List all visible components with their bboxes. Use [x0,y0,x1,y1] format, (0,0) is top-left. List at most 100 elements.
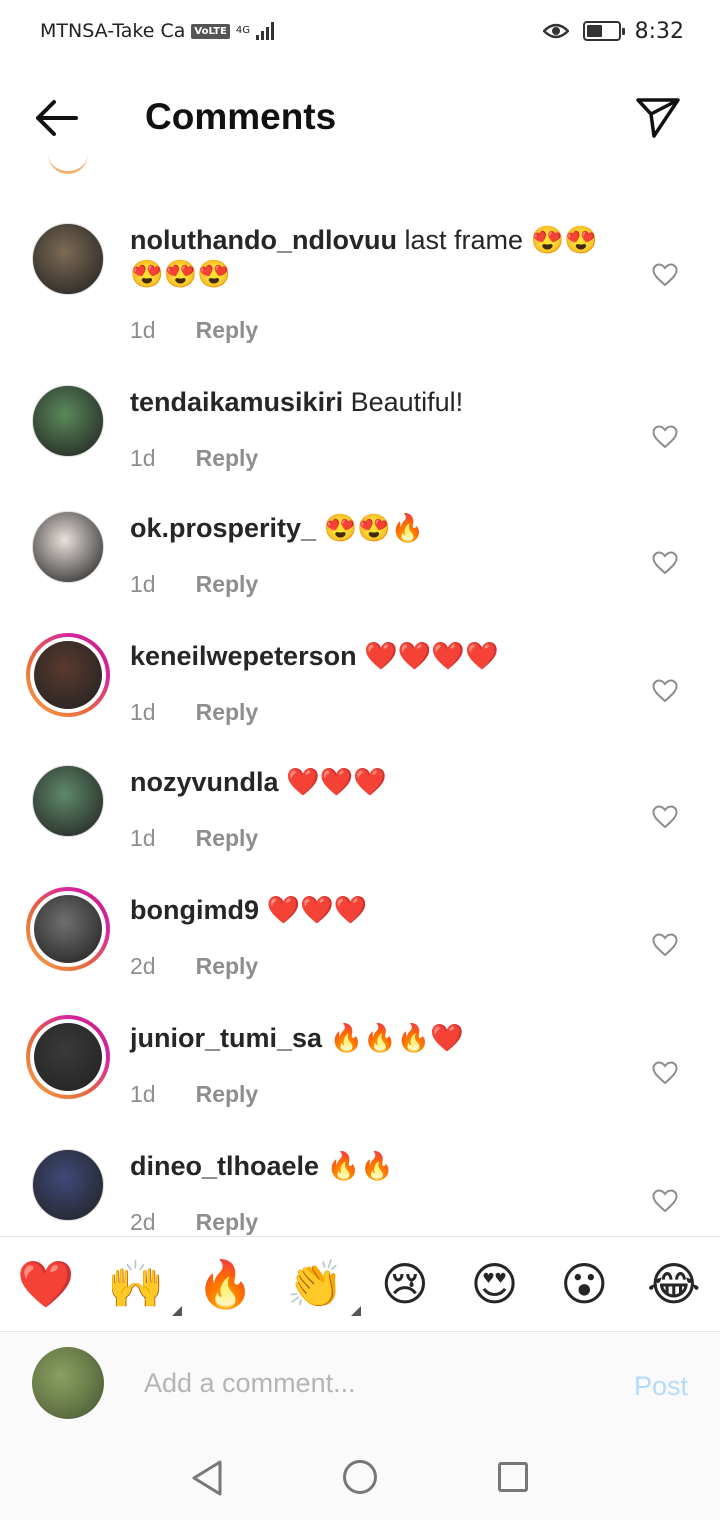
comment-input[interactable] [144,1363,584,1403]
signal-icon [255,22,274,40]
avatar [34,1023,102,1091]
comment-username[interactable]: dineo_tlhoaele [130,1151,319,1181]
battery-level [586,25,602,37]
comment-meta: 2d Reply [130,1209,258,1235]
reply-button[interactable]: Reply [196,699,259,726]
nav-recents-icon[interactable] [498,1462,528,1492]
comment-avatar[interactable] [24,503,112,591]
reply-button[interactable]: Reply [196,317,259,344]
emoji-reaction[interactable]: ❤️ [16,1256,76,1312]
comment-item: dineo_tlhoaele 🔥🔥 2d Reply [0,1141,720,1235]
reply-button[interactable]: Reply [196,1081,259,1108]
comment-username[interactable]: bongimd9 [130,895,259,925]
system-nav-bar [0,1433,720,1520]
comment-meta: 1d Reply [130,699,258,726]
like-heart-icon[interactable] [652,805,678,829]
comment-composer: Post [0,1333,720,1433]
comment-meta: 1d Reply [130,317,258,344]
story-ring [26,887,110,971]
comment-age: 1d [130,445,156,471]
comment-body: ❤️❤️❤️ [278,767,387,797]
reply-button[interactable]: Reply [196,1209,259,1235]
status-bar: MTNSA-Take Ca VoLTE 4G 8:32 [0,0,720,62]
emoji-reaction[interactable]: 😍 [465,1256,525,1312]
volte-badge: VoLTE [191,23,230,39]
comment-text: noluthando_ndlovuu last frame 😍😍😍😍😍 [130,223,610,291]
like-heart-icon[interactable] [652,679,678,703]
comment-username[interactable]: keneilwepeterson [130,641,357,671]
comment-avatar[interactable] [24,1141,112,1229]
avatar-inner [30,891,106,967]
back-arrow-icon[interactable] [30,96,82,140]
comment-meta: 1d Reply [130,825,258,852]
comment-username[interactable]: noluthando_ndlovuu [130,225,397,255]
reply-button[interactable]: Reply [196,953,259,980]
variant-indicator [171,1306,182,1316]
self-avatar [32,1347,104,1419]
comment-age: 2d [130,1209,156,1235]
comment-item: noluthando_ndlovuu last frame 😍😍😍😍😍 1d Rep… [0,215,720,343]
send-icon[interactable] [634,94,682,142]
comment-text: dineo_tlhoaele 🔥🔥 [130,1149,610,1183]
header: Comments [0,62,720,174]
emoji-reaction[interactable]: 😂 [644,1256,704,1312]
battery-icon [582,21,625,41]
avatar [32,511,104,583]
like-heart-icon[interactable] [652,933,678,957]
comment-username[interactable]: tendaikamusikiri [130,387,343,417]
like-heart-icon[interactable] [652,425,678,449]
avatar [34,641,102,709]
post-button[interactable]: Post [634,1371,688,1402]
comment-item: bongimd9 ❤️❤️❤️ 2d Reply [0,885,720,1005]
comment-age: 1d [130,699,156,725]
comment-meta: 1d Reply [130,445,258,472]
comment-text: keneilwepeterson ❤️❤️❤️❤️ [130,639,610,673]
comment-avatar[interactable] [24,757,112,845]
comment-avatar[interactable] [24,377,112,465]
comment-avatar[interactable] [24,631,112,719]
network-type: 4G [235,25,250,36]
comment-age: 1d [130,317,156,343]
reply-button[interactable]: Reply [196,445,259,472]
emoji-quick-bar: ❤️ 🙌 🔥 👏 😢 😍 😮 😂 [0,1236,720,1332]
comment-item: junior_tumi_sa 🔥🔥🔥❤️ 1d Reply [0,1013,720,1133]
like-heart-icon[interactable] [652,1061,678,1085]
comment-avatar[interactable] [24,1013,112,1101]
comments-list[interactable]: noluthando_ndlovuu last frame 😍😍😍😍😍 1d Rep… [0,195,720,1235]
reply-button[interactable]: Reply [196,825,259,852]
comment-text: nozyvundla ❤️❤️❤️ [130,765,610,799]
page-title: Comments [145,96,337,137]
comment-avatar[interactable] [24,215,112,303]
comment-avatar[interactable] [24,885,112,973]
comment-username[interactable]: junior_tumi_sa [130,1023,322,1053]
nav-home-icon[interactable] [343,1460,377,1494]
comment-body: ❤️❤️❤️ [259,895,368,925]
comment-item: keneilwepeterson ❤️❤️❤️❤️ 1d Reply [0,631,720,751]
like-heart-icon[interactable] [652,1189,678,1213]
avatar [32,223,104,295]
reply-button[interactable]: Reply [196,571,259,598]
avatar [32,385,104,457]
comment-text: ok.prosperity_ 😍😍🔥 [130,511,610,545]
comment-username[interactable]: nozyvundla [130,767,279,797]
comment-text: junior_tumi_sa 🔥🔥🔥❤️ [130,1021,610,1055]
emoji-reaction[interactable]: 😢 [375,1256,435,1312]
clock: 8:32 [634,18,684,44]
emoji-reaction[interactable]: 🙌 [106,1256,182,1316]
comment-age: 2d [130,953,156,979]
comment-age: 1d [130,825,156,851]
comment-username[interactable]: ok.prosperity_ [130,513,316,543]
carrier-name: MTNSA-Take Ca [40,20,186,42]
comment-body: 🔥🔥🔥❤️ [322,1023,465,1053]
avatar [32,765,104,837]
comment-meta: 2d Reply [130,953,258,980]
comment-item: tendaikamusikiri Beautiful! 1d Reply [0,377,720,497]
like-heart-icon[interactable] [652,551,678,575]
comment-body: 😍😍🔥 [316,513,425,543]
comment-body: 🔥🔥 [319,1151,394,1181]
emoji-reaction[interactable]: 😮 [554,1256,614,1312]
like-heart-icon[interactable] [652,263,678,287]
emoji-reaction[interactable]: 👏 [285,1256,362,1316]
nav-back-icon[interactable] [190,1459,224,1497]
emoji-reaction[interactable]: 🔥 [195,1256,255,1312]
